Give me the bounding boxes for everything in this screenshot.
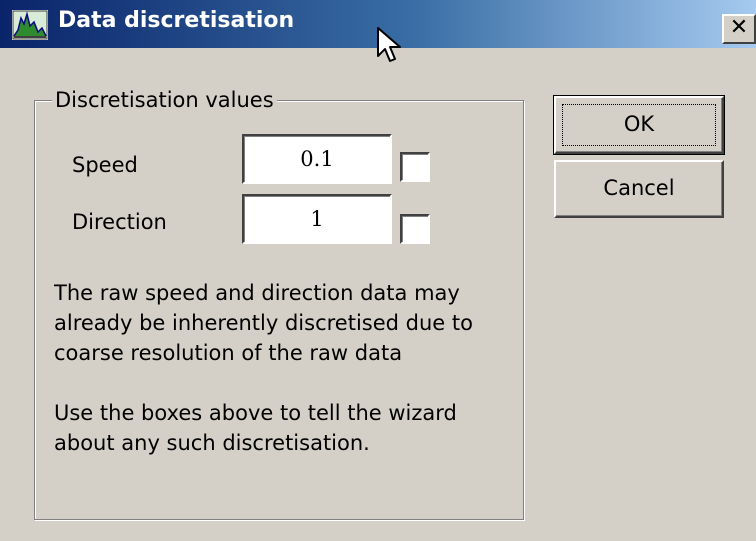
close-icon: ✕ — [729, 15, 749, 40]
cancel-button[interactable]: Cancel — [554, 160, 724, 218]
ok-button[interactable]: OK — [553, 95, 725, 155]
info-text-raw-data: The raw speed and direction data may alr… — [54, 281, 473, 365]
cancel-button-label: Cancel — [603, 176, 675, 200]
window-title: Data discretisation — [58, 8, 295, 33]
focus-ring — [562, 104, 716, 146]
chart-app-icon — [12, 10, 48, 40]
direction-input[interactable] — [242, 194, 392, 244]
direction-checkbox[interactable] — [400, 214, 430, 244]
speed-checkbox[interactable] — [400, 152, 430, 182]
mouse-pointer-icon — [377, 27, 401, 62]
speed-label: Speed — [72, 153, 138, 177]
direction-label: Direction — [72, 210, 167, 234]
speed-input[interactable] — [242, 134, 392, 184]
info-text-use-boxes: Use the boxes above to tell the wizard a… — [54, 401, 457, 455]
data-discretisation-dialog: Data discretisation ✕ Discretisation val… — [0, 0, 756, 541]
group-legend: Discretisation values — [52, 88, 277, 112]
close-button[interactable]: ✕ — [722, 14, 756, 44]
